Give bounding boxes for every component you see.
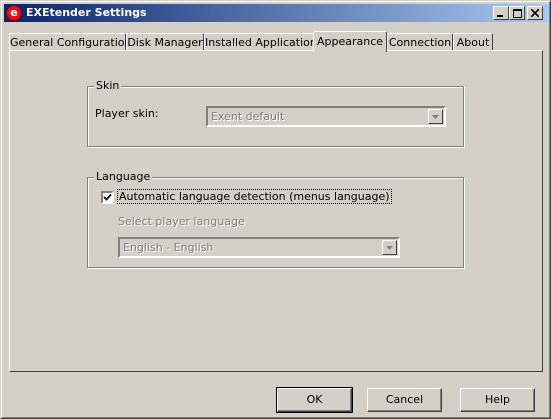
- player-skin-value: Exent default: [211, 110, 285, 123]
- skin-group: Skin Player skin: Exent default: [87, 79, 464, 147]
- tab-disk-manager[interactable]: Disk Manager: [126, 33, 204, 51]
- language-group-title: Language: [94, 170, 153, 184]
- player-language-select[interactable]: English - English: [118, 237, 400, 258]
- close-button[interactable]: [527, 6, 543, 20]
- player-language-value: English - English: [123, 241, 214, 254]
- appearance-panel: Skin Player skin: Exent default Language…: [9, 50, 543, 372]
- player-language-dropdown-button[interactable]: [382, 240, 397, 255]
- tab-installed-applications[interactable]: Installed Applications: [204, 33, 323, 51]
- auto-language-label[interactable]: Automatic language detection (menus lang…: [117, 189, 392, 204]
- cancel-button[interactable]: Cancel: [367, 388, 442, 412]
- maximize-icon: [512, 8, 522, 18]
- select-language-label: Select player language: [118, 215, 245, 228]
- app-icon[interactable]: e: [6, 5, 22, 21]
- window-title: EXEtender Settings: [26, 6, 147, 19]
- minimize-button[interactable]: [493, 6, 509, 20]
- tab-connection[interactable]: Connection: [387, 33, 453, 51]
- minimize-icon: [497, 15, 503, 17]
- tab-about[interactable]: About: [453, 33, 493, 51]
- language-group: Language Automatic language detection (m…: [87, 170, 464, 268]
- player-skin-label: Player skin:: [95, 107, 159, 120]
- player-skin-select[interactable]: Exent default: [206, 106, 446, 127]
- help-button[interactable]: Help: [460, 388, 535, 412]
- auto-language-checkbox[interactable]: [101, 191, 114, 204]
- ok-button[interactable]: OK: [276, 387, 353, 413]
- checkmark-icon: [103, 193, 112, 201]
- title-bar[interactable]: e EXEtender Settings: [4, 4, 549, 22]
- chevron-down-icon: [432, 114, 439, 119]
- tab-appearance[interactable]: Appearance: [313, 31, 387, 52]
- tab-general-configuration[interactable]: General Configuration: [9, 33, 131, 51]
- app-icon-letter: e: [10, 6, 18, 19]
- chevron-down-icon: [386, 245, 393, 250]
- skin-group-title: Skin: [94, 79, 122, 93]
- settings-window: e EXEtender Settings General Configurati…: [0, 0, 551, 419]
- close-icon: [531, 9, 539, 17]
- maximize-button[interactable]: [509, 6, 525, 20]
- player-skin-dropdown-button[interactable]: [428, 109, 443, 124]
